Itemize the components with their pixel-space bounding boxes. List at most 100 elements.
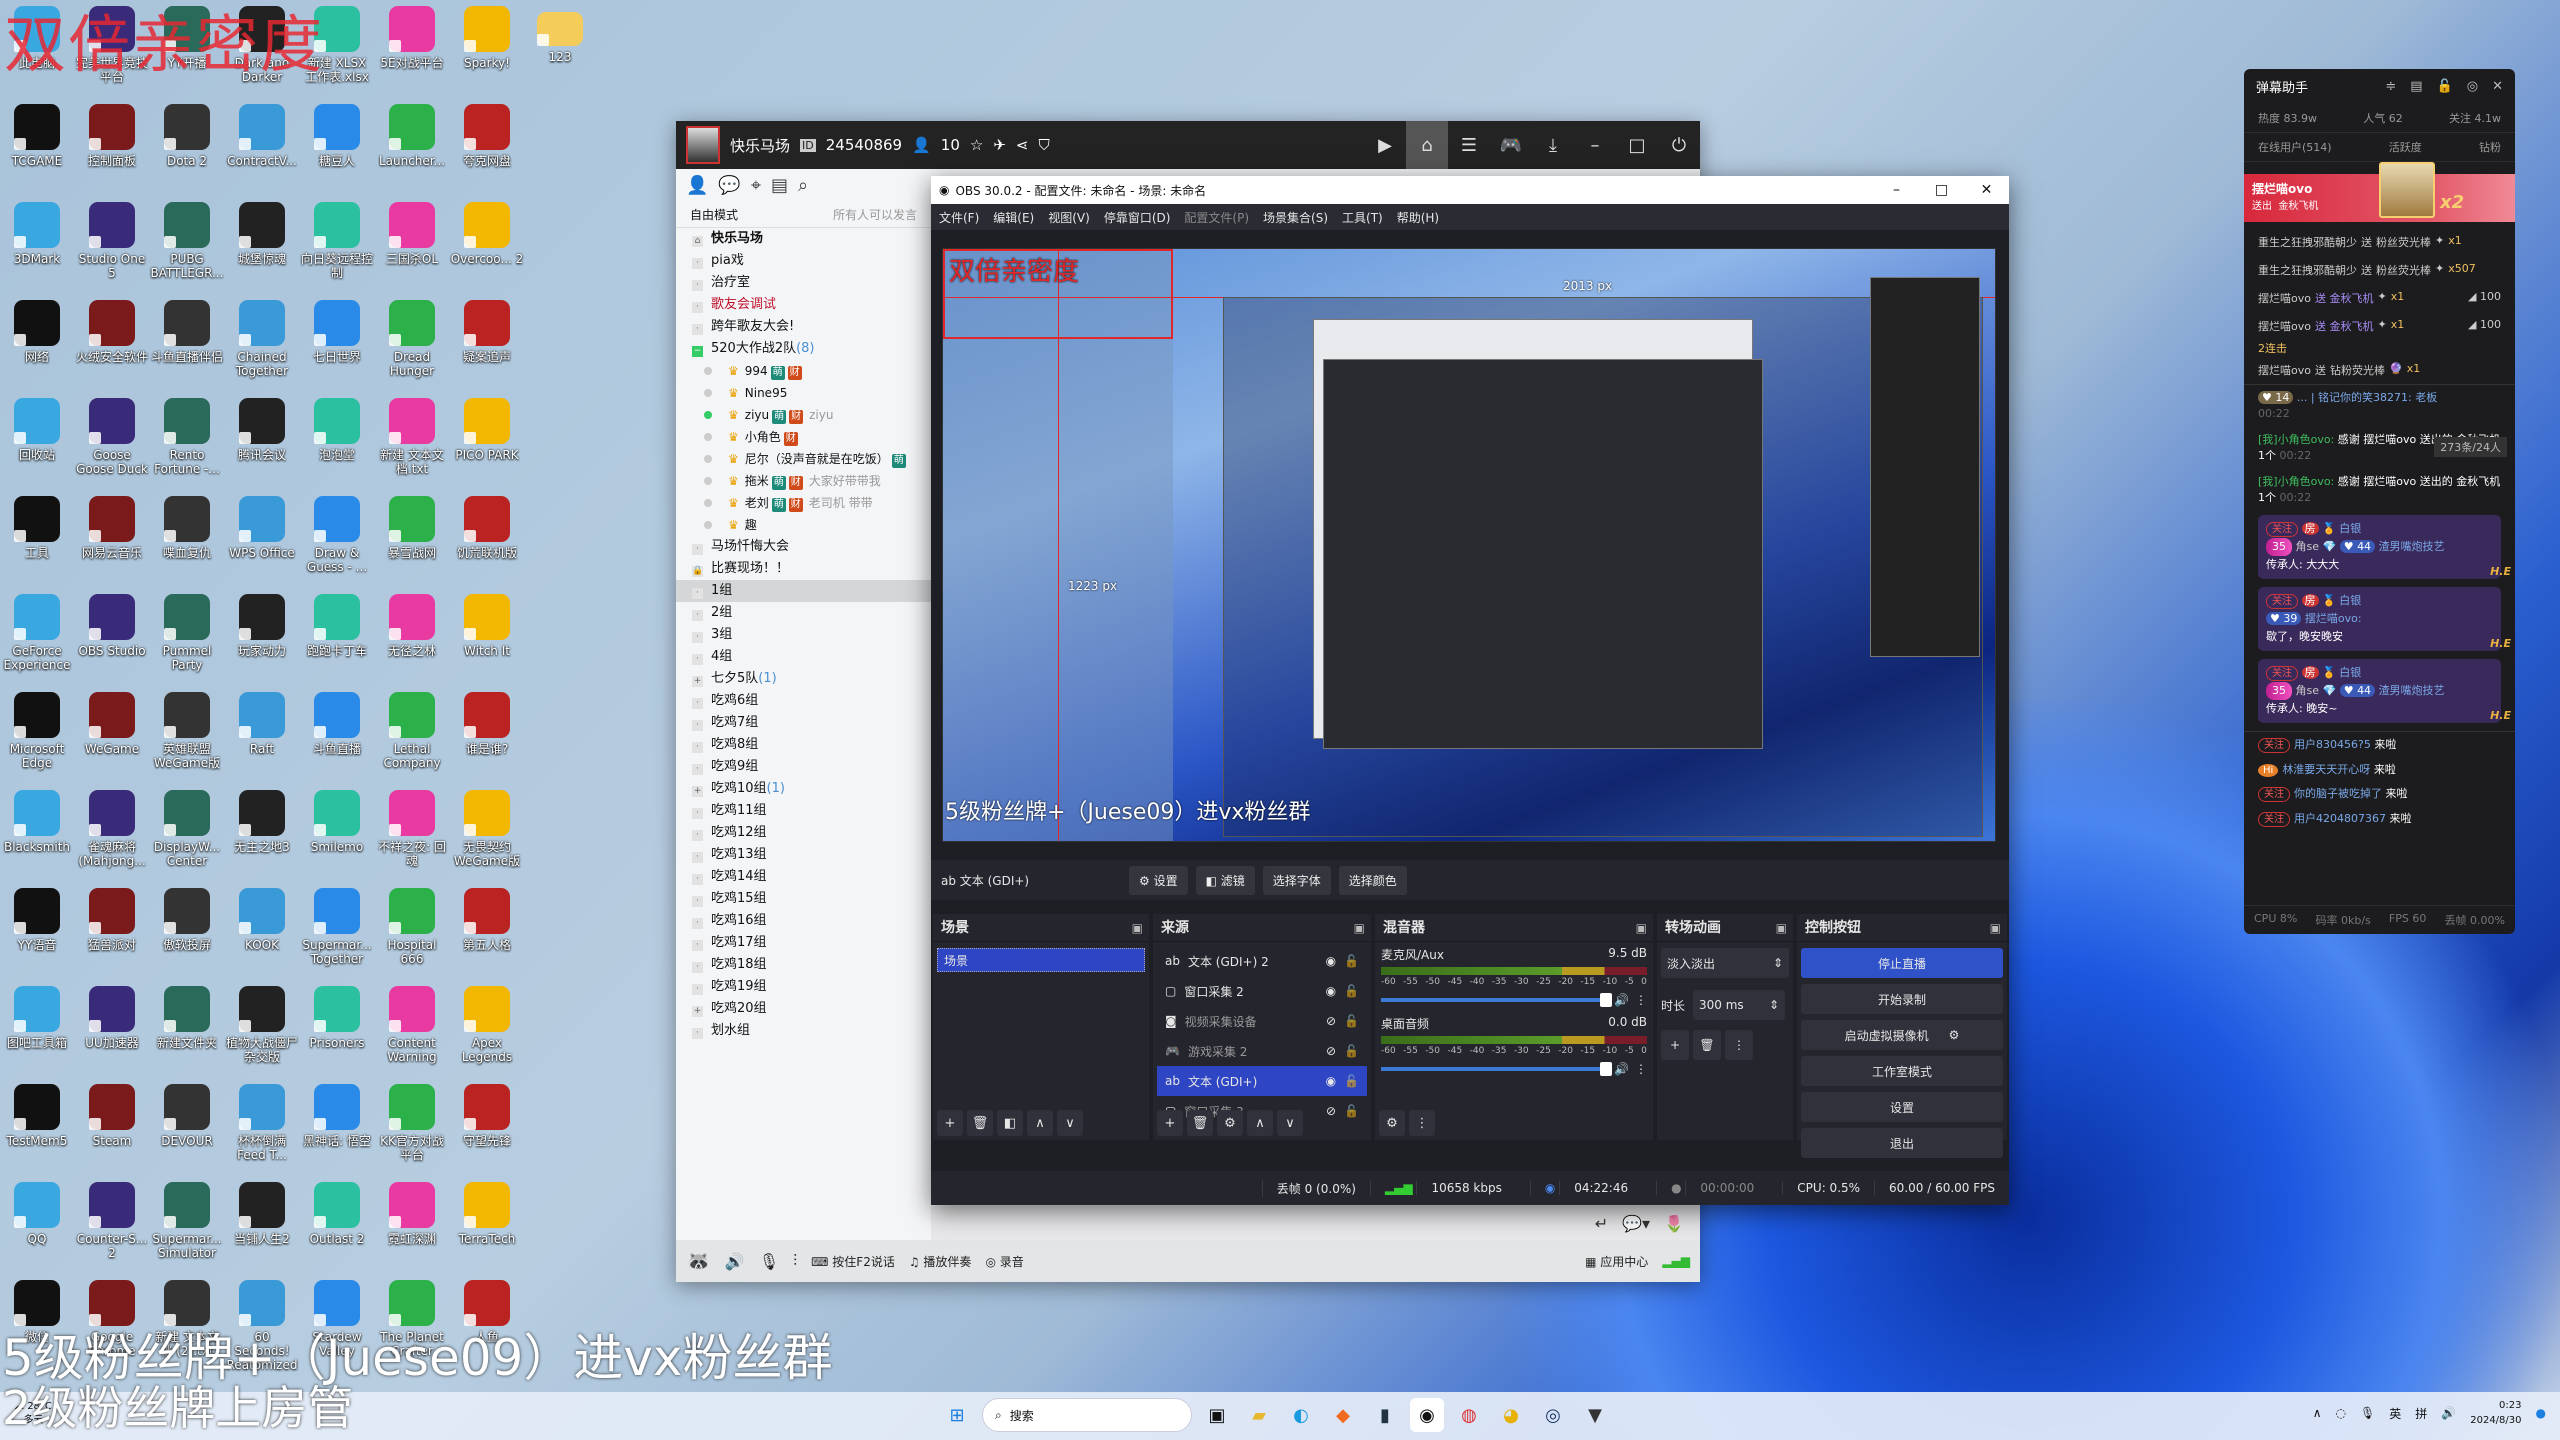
desktop-icon[interactable]: 第五人格 <box>450 882 524 952</box>
channel-item[interactable]: · 吃鸡16组 <box>676 910 931 932</box>
channel-item[interactable]: · 吃鸡12组 <box>676 822 931 844</box>
channel-item[interactable]: −520大作战2队(8) <box>676 338 931 360</box>
desktop-icon[interactable]: 回收站 <box>0 392 74 462</box>
board-icon[interactable]: ▤ <box>771 175 788 196</box>
clock[interactable]: 0:23 2024/8/30 <box>2470 1398 2521 1428</box>
desktop-icon[interactable]: DEVOUR <box>150 1078 224 1148</box>
channel-item[interactable]: · 3组 <box>676 624 931 646</box>
member-item[interactable]: ♛ 994 萌财 <box>676 360 931 382</box>
desktop-icon[interactable]: Microsoft Edge <box>0 686 74 770</box>
desktop-icon[interactable]: Raft <box>225 686 299 756</box>
control-button[interactable]: 工作室模式 <box>1801 1056 2003 1086</box>
member-item[interactable]: ♛ 尼尔（没声音就是在吃饭）萌 <box>676 448 931 470</box>
eye-hidden-icon[interactable]: ⊘ <box>1326 1014 1336 1028</box>
eye-icon[interactable]: ◉ <box>1326 954 1336 968</box>
channel-item[interactable]: · 马场忏悔大会 <box>676 536 931 558</box>
menu-item[interactable]: 配置文件(P) <box>1184 209 1249 226</box>
add-transition-icon[interactable]: + <box>1661 1030 1689 1060</box>
menu-item[interactable]: 工具(T) <box>1342 209 1383 226</box>
mic-tray-icon[interactable]: 🎙 <box>2360 1406 2375 1420</box>
desktop-icon[interactable]: 控制面板 <box>75 98 149 168</box>
desktop-icon[interactable]: ContractV... <box>225 98 299 168</box>
control-button[interactable]: 开始录制 <box>1801 984 2003 1014</box>
location-icon[interactable]: ⌖ <box>751 175 761 196</box>
power-icon[interactable]: ⏻ <box>1658 121 1700 169</box>
desktop-icon[interactable]: 当铺人生2 <box>225 1176 299 1246</box>
source-settings-button[interactable]: ⚙ 设置 <box>1129 865 1188 895</box>
desktop-icon[interactable]: 守望先锋 <box>450 1078 524 1148</box>
desktop-icon[interactable]: 网络 <box>0 294 74 364</box>
desktop-icon[interactable]: 三国杀OL <box>375 196 449 266</box>
plane-icon[interactable]: ✈ <box>993 136 1006 154</box>
speaker-icon[interactable]: 🔊 <box>1614 1062 1629 1076</box>
more-icon[interactable]: ⋮ <box>1725 1030 1753 1060</box>
volume-slider-handle[interactable] <box>1600 993 1613 1007</box>
record-button[interactable]: ◎ 录音 <box>985 1253 1023 1270</box>
desktop-icon[interactable]: YY语音 <box>0 882 74 952</box>
desktop-icon[interactable]: Google Chrome <box>75 1274 149 1358</box>
preview-canvas[interactable]: 2013 px 1223 px 双倍亲密度 5级粉丝牌+（Juese09）进vx… <box>942 248 1996 842</box>
channel-item[interactable]: · 划水组 <box>676 1020 931 1042</box>
desktop-icon[interactable]: Hospital 666 <box>375 882 449 966</box>
desktop-icon[interactable]: 喋血复仇 <box>150 490 224 560</box>
tab-diamond-fans[interactable]: 钻粉 <box>2479 139 2501 155</box>
steam-icon[interactable]: ◎ <box>1536 1398 1570 1432</box>
desktop-icon[interactable]: 糖豆人 <box>300 98 374 168</box>
desktop-icon[interactable]: Prisoners <box>300 980 374 1050</box>
desktop-icon[interactable]: Goose Goose Duck <box>75 392 149 476</box>
desktop-icon[interactable]: 新建 文本文档 (2).txt <box>150 1274 224 1358</box>
desktop-icon[interactable]: 3DMark <box>0 196 74 266</box>
channel-item[interactable]: · 治疗室 <box>676 272 931 294</box>
more-icon[interactable]: ⋮ <box>1635 1062 1647 1076</box>
channel-item[interactable]: · 吃鸡19组 <box>676 976 931 998</box>
desktop-icon[interactable]: The Planet Crafter <box>375 1274 449 1358</box>
more-icon[interactable]: ⋮ <box>1409 1110 1435 1136</box>
eye-icon[interactable]: ◉ <box>1326 1074 1336 1088</box>
lock-icon[interactable]: 🔓 <box>1344 1014 1359 1028</box>
desktop-icon[interactable]: 饥荒联机版 <box>450 490 524 560</box>
avatar[interactable] <box>686 126 720 164</box>
desktop-icon[interactable]: 疑案追声 <box>450 294 524 364</box>
eye-hidden-icon[interactable]: ⊘ <box>1326 1044 1336 1058</box>
settings-icon[interactable]: ◎ <box>2467 79 2478 94</box>
desktop-icon[interactable]: 60 Seconds! Reatomized <box>225 1274 299 1372</box>
member-item[interactable]: ♛ Nine95 <box>676 382 931 404</box>
desktop-icon[interactable]: 此电脑 <box>0 0 74 70</box>
ime-mode[interactable]: 拼 <box>2415 1405 2427 1422</box>
scene-item[interactable]: 场景 <box>937 948 1145 972</box>
emoji-icon[interactable]: 💬▾ <box>1622 1214 1650 1233</box>
flower-icon[interactable]: 🌷 <box>1664 1214 1684 1233</box>
maximize-button[interactable]: □ <box>1919 182 1964 198</box>
channel-item[interactable]: · 吃鸡9组 <box>676 756 931 778</box>
home-icon[interactable]: ⌂ <box>1406 121 1448 169</box>
desktop-icon[interactable]: DisplayW... Center <box>150 784 224 868</box>
chrome-icon[interactable]: ◍ <box>1452 1398 1486 1432</box>
desktop-icon[interactable]: Rento Fortune -... <box>150 392 224 476</box>
shield-icon[interactable]: ⛉ <box>1038 136 1049 154</box>
desktop-icon[interactable]: 猛兽派对 <box>75 882 149 952</box>
channel-item[interactable]: · 跨年歌友大会! <box>676 316 931 338</box>
network-tray-icon[interactable]: ◌ <box>2336 1406 2346 1420</box>
menu-item[interactable]: 场景集合(S) <box>1263 209 1328 226</box>
delete-icon[interactable]: 🗑 <box>967 1110 993 1136</box>
desktop-icon[interactable]: WPS Office <box>225 490 299 560</box>
volume-icon[interactable]: 🔊 <box>2441 1406 2456 1420</box>
desktop-icon[interactable]: Stardew Valley <box>300 1274 374 1358</box>
source-item[interactable]: ◙ 视频采集设备 ⊘ 🔓 <box>1157 1006 1367 1036</box>
filter-icon[interactable]: ◧ <box>997 1110 1023 1136</box>
desktop-icon[interactable]: 新建文件夹 <box>150 980 224 1050</box>
gear-icon[interactable]: ⚙ <box>1949 1028 1960 1042</box>
channel-item[interactable]: · 吃鸡13组 <box>676 844 931 866</box>
desktop-icon[interactable]: Pummel Party <box>150 588 224 672</box>
channel-item[interactable]: · 4组 <box>676 646 931 668</box>
yy-icon[interactable]: ◕ <box>1494 1398 1528 1432</box>
entry-tag[interactable]: 关注 <box>2258 738 2290 753</box>
desktop-icon[interactable]: 七日世界 <box>300 294 374 364</box>
entry-tag[interactable]: 关注 <box>2258 812 2290 827</box>
channel-item[interactable]: · 吃鸡8组 <box>676 734 931 756</box>
desktop-icon[interactable]: Steam <box>75 1078 149 1148</box>
member-item[interactable]: ♛ 拖米萌财大家好带带我 <box>676 470 931 492</box>
desktop-icon[interactable]: 雀魂麻将(Mahjong... <box>75 784 149 868</box>
delete-icon[interactable]: 🗑 <box>1187 1110 1213 1136</box>
desktop-icon[interactable]: Sparky! <box>450 0 524 70</box>
